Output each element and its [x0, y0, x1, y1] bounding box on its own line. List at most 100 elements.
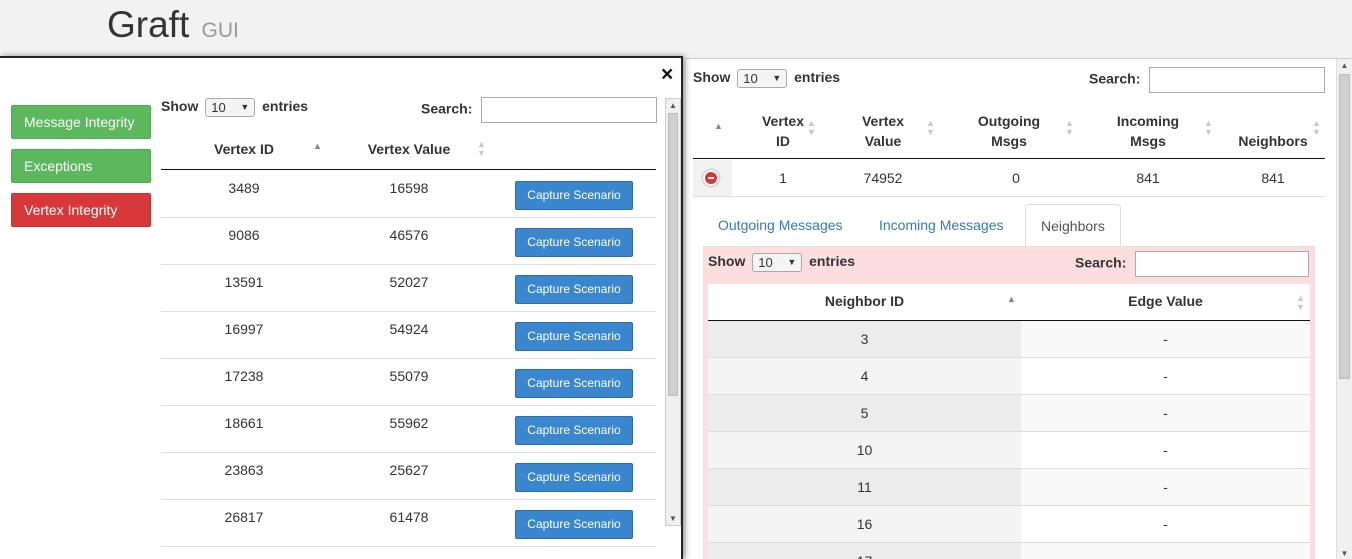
scroll-down-icon[interactable]: ▼ [1337, 547, 1352, 559]
sort-icon[interactable]: ▲ ▼ [477, 140, 486, 158]
table-row[interactable]: 18661 55962 Capture Scenario [161, 406, 656, 453]
scroll-up-icon[interactable]: ▲ [666, 99, 680, 112]
column-neighbors[interactable]: Neighbors [1233, 131, 1313, 151]
sort-asc-icon[interactable]: ▲ [313, 142, 322, 151]
table-row[interactable]: 17 [708, 543, 1310, 559]
column-vertex-value-line1: Vertex [861, 113, 905, 129]
sort-icon[interactable]: ▲ ▼ [1312, 119, 1321, 137]
sort-asc-icon[interactable]: ▲ [714, 122, 723, 131]
column-vertex-value[interactable]: Vertex Value [843, 111, 923, 151]
column-outgoing-msgs[interactable]: Outgoing Msgs [961, 111, 1057, 151]
scroll-up-icon[interactable]: ▲ [1337, 59, 1352, 72]
cell-vertex-id: 9086 [228, 227, 260, 243]
child-search-input[interactable] [1135, 251, 1310, 277]
table-row[interactable]: 3- [708, 321, 1310, 358]
cell-vertex-id: 16997 [224, 321, 264, 337]
cell-neighbor-id: 3 [708, 321, 1021, 357]
entries-select[interactable]: 10 ▼ [737, 69, 788, 88]
table-row[interactable]: 4- [708, 358, 1310, 395]
cell-neighbor-id: 11 [708, 469, 1021, 505]
modal-search-label: Search: [421, 100, 473, 117]
neighbors-table: Neighbor ID ▲ Edge Value ▲ ▼ 3- 4- 5- 10-… [708, 284, 1310, 559]
column-neighbors-label: Neighbors [1238, 133, 1308, 149]
cell-edge-value: - [1021, 321, 1310, 357]
collapse-minus-icon[interactable] [703, 170, 719, 186]
page-scrollbar[interactable]: ▲ ▼ [1336, 59, 1352, 559]
sort-icon[interactable]: ▲ ▼ [1296, 294, 1305, 312]
capture-scenario-button[interactable]: Capture Scenario [515, 275, 633, 304]
sort-icon[interactable]: ▲ ▼ [926, 119, 935, 137]
child-entries-label: entries [809, 253, 856, 270]
table-row[interactable]: 26817 61478 Capture Scenario [161, 500, 656, 547]
column-vertex-id[interactable]: Vertex ID [161, 141, 327, 157]
scrollbar-thumb[interactable] [1339, 74, 1350, 379]
row-detail-toggle[interactable] [693, 160, 732, 196]
cell-edge-value: - [1021, 395, 1310, 431]
entries-label: entries [794, 69, 841, 86]
cell-neighbors: 841 [1261, 170, 1285, 186]
tab-outgoing-messages[interactable]: Outgoing Messages [703, 204, 858, 247]
table-row[interactable]: 13591 52027 Capture Scenario [161, 265, 656, 312]
capture-scenario-button[interactable]: Capture Scenario [515, 510, 633, 539]
column-vertex-value[interactable]: Vertex Value [327, 141, 491, 157]
column-incoming-line2: Msgs [1130, 133, 1166, 149]
neighbors-pane: Show 10 ▼ entries Search: Neighbor ID ▲ E… [703, 246, 1315, 559]
table-row[interactable]: 11- [708, 469, 1310, 506]
table-row[interactable]: 3489 16598 Capture Scenario [161, 171, 656, 218]
table-row[interactable]: 1 74952 0 841 841 [693, 160, 1325, 197]
modal-search-input[interactable] [481, 97, 658, 123]
cell-vertex-id: 26817 [224, 509, 264, 525]
column-incoming-msgs[interactable]: Incoming Msgs [1103, 111, 1193, 151]
child-entries-select[interactable]: 10 ▼ [752, 253, 803, 272]
exceptions-button[interactable]: Exceptions [11, 149, 151, 183]
capture-scenario-button[interactable]: Capture Scenario [515, 228, 633, 257]
close-icon[interactable]: × [661, 64, 673, 85]
cell-vertex-id: 1 [779, 170, 787, 186]
sort-icon[interactable]: ▲ ▼ [1204, 119, 1213, 137]
cell-neighbor-id: 10 [708, 432, 1021, 468]
table-row[interactable]: 9086 46576 Capture Scenario [161, 218, 656, 265]
tab-neighbors[interactable]: Neighbors [1025, 204, 1121, 247]
modal-scrollbar[interactable]: ▲ ▼ [665, 98, 681, 526]
table-row[interactable]: 10- [708, 432, 1310, 469]
neighbors-table-header: Neighbor ID ▲ Edge Value ▲ ▼ [708, 284, 1310, 321]
child-show-label: Show [708, 253, 746, 270]
cell-vertex-value: 52027 [389, 274, 429, 290]
length-control: Show 10 ▼ entries [693, 69, 840, 88]
capture-scenario-button[interactable]: Capture Scenario [515, 463, 633, 492]
sort-icon[interactable]: ▲ ▼ [807, 119, 816, 137]
cell-vertex-value: 61478 [389, 509, 429, 525]
table-row[interactable]: 5- [708, 395, 1310, 432]
sort-icon[interactable]: ▲ ▼ [1065, 119, 1074, 137]
search-control: Search: [1089, 67, 1326, 93]
column-neighbor-id[interactable]: Neighbor ID [708, 293, 1021, 309]
cell-vertex-value: 16598 [389, 180, 429, 196]
table-row[interactable]: 23863 25627 Capture Scenario [161, 453, 656, 500]
cell-vertex-value: 25627 [389, 462, 429, 478]
cell-edge-value [1021, 543, 1310, 559]
modal-entries-select[interactable]: 10 ▼ [205, 98, 256, 117]
capture-scenario-button[interactable]: Capture Scenario [515, 416, 633, 445]
scroll-down-icon[interactable]: ▼ [666, 512, 680, 525]
vertex-table-header: ▲ Vertex ID ▲ ▼ Vertex Value ▲ ▼ Outgoing … [693, 101, 1325, 159]
cell-incoming-msgs: 841 [1136, 170, 1160, 186]
table-row[interactable]: 16- [708, 506, 1310, 543]
cell-vertex-value: 46576 [389, 227, 429, 243]
tab-incoming-messages[interactable]: Incoming Messages [864, 204, 1019, 247]
search-input[interactable] [1149, 67, 1326, 93]
message-integrity-button[interactable]: Message Integrity [11, 105, 151, 139]
cell-vertex-value: 55962 [389, 415, 429, 431]
capture-scenario-button[interactable]: Capture Scenario [515, 181, 633, 210]
column-vertex-id-line1: Vertex [761, 113, 805, 129]
table-row[interactable]: 17238 55079 Capture Scenario [161, 359, 656, 406]
table-row[interactable]: 16997 54924 Capture Scenario [161, 312, 656, 359]
capture-scenario-button[interactable]: Capture Scenario [515, 369, 633, 398]
capture-scenario-button[interactable]: Capture Scenario [515, 322, 633, 351]
scrollbar-thumb[interactable] [668, 113, 678, 396]
column-edge-value[interactable]: Edge Value [1021, 293, 1310, 309]
vertex-table-panel: Show 10 ▼ entries Search: ▲ Vertex ID ▲ ▼ … [686, 58, 1352, 559]
modal-entries-value: 10 [211, 100, 226, 115]
cell-vertex-value: 55079 [389, 368, 429, 384]
sort-asc-icon[interactable]: ▲ [1007, 295, 1016, 304]
vertex-integrity-button[interactable]: Vertex Integrity [11, 193, 151, 227]
